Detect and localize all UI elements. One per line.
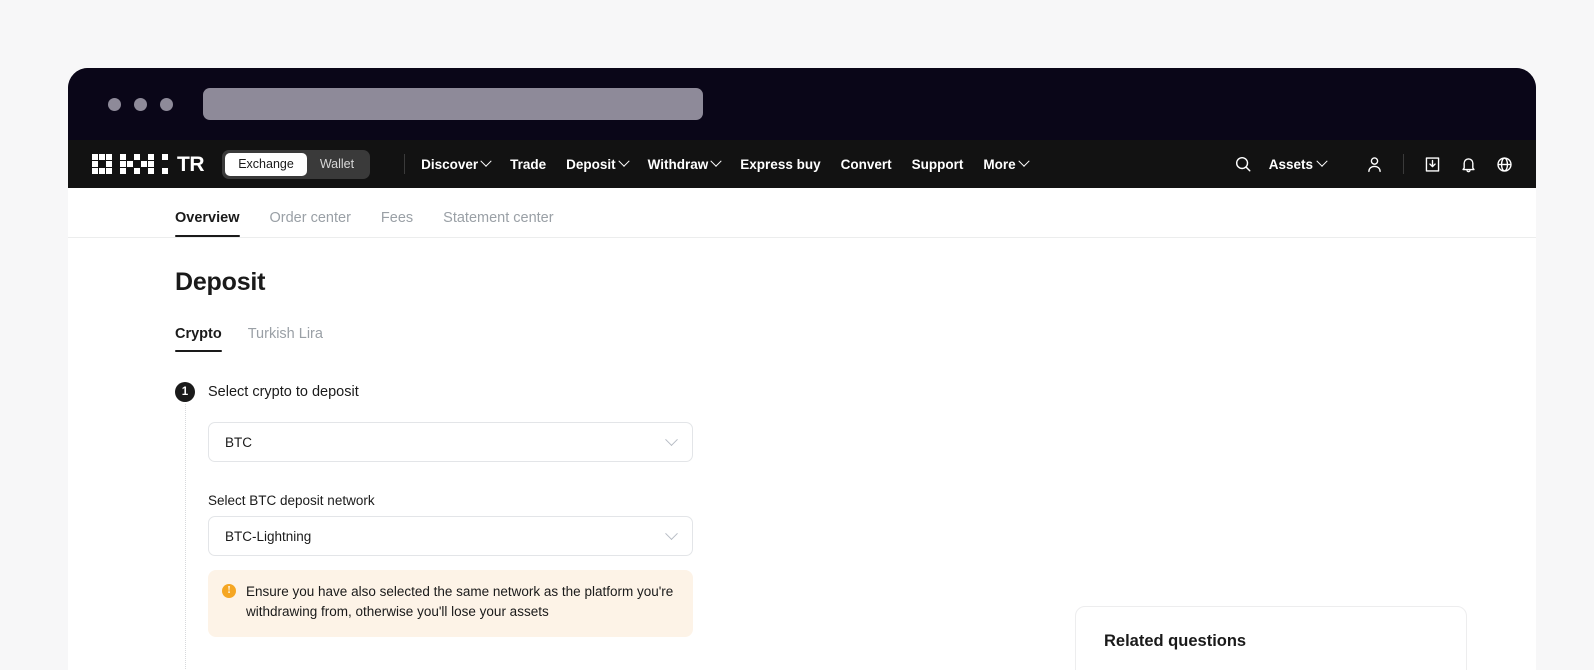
network-field-group: Select BTC deposit network BTC-Lightning [208, 493, 1536, 556]
network-select[interactable]: BTC-Lightning [208, 516, 693, 556]
network-warning-banner: ! Ensure you have also selected the same… [208, 570, 693, 637]
chevron-down-icon [480, 155, 492, 167]
exchange-wallet-toggle[interactable]: Exchange Wallet [222, 149, 371, 179]
crypto-select[interactable]: BTC [208, 422, 693, 462]
warning-exclamation-icon: ! [222, 584, 236, 598]
nav-item-support[interactable]: Support [912, 157, 964, 172]
step-title: Select crypto to deposit [208, 384, 359, 400]
network-select-label: Select BTC deposit network [208, 493, 375, 508]
main-content: Deposit Crypto Turkish Lira 1 Select cry… [68, 238, 1536, 670]
nav-item-convert[interactable]: Convert [841, 157, 892, 172]
browser-window: TR Exchange Wallet Discover Trade Deposi… [68, 68, 1536, 670]
top-navigation-bar: TR Exchange Wallet Discover Trade Deposi… [68, 140, 1536, 188]
nav-item-discover-label: Discover [421, 156, 479, 172]
tab-statement-center[interactable]: Statement center [443, 210, 553, 237]
nav-item-trade-label: Trade [510, 156, 547, 172]
nav-utility-group: Assets [1234, 154, 1514, 174]
brand-logo[interactable]: TR [92, 152, 205, 176]
minimize-window-dot[interactable] [134, 97, 147, 111]
step-fields: BTC Select BTC deposit network BTC-Light… [208, 422, 1536, 637]
bell-icon[interactable] [1459, 155, 1478, 174]
nav-item-deposit-label: Deposit [566, 156, 616, 172]
search-icon[interactable] [1234, 155, 1252, 173]
chevron-down-icon [710, 155, 722, 167]
nav-item-assets[interactable]: Assets [1268, 155, 1328, 172]
chevron-down-icon [1316, 155, 1328, 167]
nav-item-trade[interactable]: Trade [510, 157, 546, 172]
browser-chrome [68, 68, 1536, 140]
deposit-type-tabs: Crypto Turkish Lira [175, 326, 1536, 352]
related-questions-title: Related questions [1104, 632, 1247, 650]
close-window-dot[interactable] [108, 97, 121, 111]
step-select-crypto: 1 Select crypto to deposit BTC Select BT… [175, 382, 1536, 670]
page-body: Overview Order center Fees Statement cen… [68, 188, 1536, 670]
step-header: 1 Select crypto to deposit [175, 382, 1536, 402]
user-icon[interactable] [1365, 155, 1384, 174]
primary-nav-links: Discover Trade Deposit Withdraw Express … [421, 155, 1030, 172]
nav-divider [404, 154, 406, 174]
nav-item-more-label: More [983, 156, 1016, 172]
chevron-down-icon [665, 526, 678, 540]
nav-item-discover[interactable]: Discover [421, 155, 492, 172]
nav-item-more[interactable]: More [983, 155, 1030, 172]
window-controls[interactable] [108, 97, 173, 111]
nav-item-withdraw[interactable]: Withdraw [647, 155, 722, 172]
nav-divider [1403, 154, 1404, 174]
tab-overview[interactable]: Overview [175, 210, 240, 237]
nav-item-deposit[interactable]: Deposit [566, 155, 630, 172]
secondary-nav-tabs: Overview Order center Fees Statement cen… [68, 188, 1536, 238]
tab-crypto[interactable]: Crypto [175, 326, 222, 352]
network-warning-text: Ensure you have also selected the same n… [246, 584, 674, 620]
brand-region-label: TR [177, 152, 205, 176]
chevron-down-icon [1017, 155, 1030, 167]
nav-item-withdraw-label: Withdraw [647, 156, 709, 172]
nav-item-assets-label: Assets [1268, 156, 1313, 172]
step-number-badge: 1 [175, 382, 195, 402]
tab-order-center[interactable]: Order center [270, 210, 351, 237]
nav-item-express-buy[interactable]: Express buy [740, 157, 820, 172]
nav-item-support-label: Support [911, 156, 964, 172]
chevron-down-icon [618, 155, 630, 167]
segment-wallet[interactable]: Wallet [307, 153, 367, 176]
step-connector-line [184, 404, 186, 670]
globe-icon[interactable] [1495, 155, 1514, 174]
network-select-value: BTC-Lightning [225, 528, 312, 544]
segment-exchange[interactable]: Exchange [225, 152, 307, 176]
related-questions-panel: Related questions How do I make a deposi… [1075, 606, 1467, 670]
download-icon[interactable] [1423, 155, 1442, 174]
chevron-down-icon [665, 432, 678, 446]
nav-item-express-buy-label: Express buy [740, 156, 821, 172]
tab-turkish-lira[interactable]: Turkish Lira [248, 326, 323, 352]
tab-fees[interactable]: Fees [381, 210, 413, 237]
crypto-select-value: BTC [225, 434, 252, 450]
maximize-window-dot[interactable] [160, 97, 173, 111]
nav-item-convert-label: Convert [840, 156, 892, 172]
url-bar[interactable] [203, 88, 703, 120]
okx-block-logo-icon [92, 154, 168, 174]
page-title: Deposit [175, 268, 266, 296]
